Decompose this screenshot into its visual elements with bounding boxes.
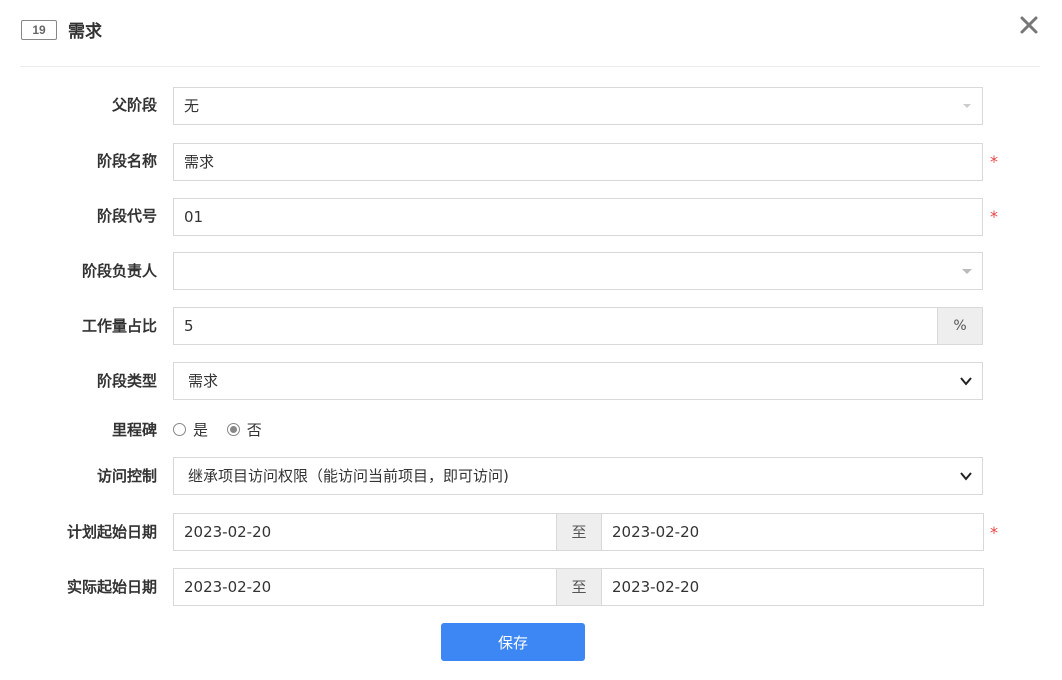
access-control-value: 继承项目访问权限（能访问当前项目，即可访问) (188, 467, 509, 485)
stage-name-field[interactable] (173, 143, 983, 181)
dialog-header: 19 需求 (0, 0, 1062, 66)
required-marker: * (990, 523, 998, 542)
milestone-yes-radio[interactable] (173, 423, 186, 436)
id-badge: 19 (21, 20, 57, 40)
stage-owner-label: 阶段负责人 (81, 262, 157, 280)
required-marker: * (990, 207, 998, 226)
stage-name-label: 阶段名称 (96, 152, 157, 170)
milestone-label: 里程碑 (111, 421, 157, 439)
chevron-down-icon (960, 377, 972, 386)
workload-label: 工作量占比 (81, 317, 157, 335)
planned-end-date-input[interactable]: 2023-02-20 (601, 513, 984, 551)
planned-dates-label: 计划起始日期 (66, 523, 157, 541)
parent-stage-select[interactable]: 无 (173, 87, 983, 125)
header-divider (20, 66, 1040, 67)
dropdown-caret-icon (962, 269, 972, 274)
stage-type-value: 需求 (188, 372, 219, 390)
parent-stage-value: 无 (184, 97, 200, 115)
milestone-no-label: 否 (246, 421, 262, 439)
percent-addon: % (937, 308, 982, 344)
close-icon[interactable] (1016, 12, 1042, 38)
required-marker: * (990, 152, 998, 171)
stage-type-label: 阶段类型 (96, 372, 157, 390)
stage-code-label: 阶段代号 (96, 207, 157, 225)
date-range-separator: 至 (556, 568, 602, 606)
chevron-down-icon (960, 472, 972, 481)
milestone-radio-group: 是 否 (173, 419, 276, 440)
access-control-select[interactable]: 继承项目访问权限（能访问当前项目，即可访问) (173, 457, 983, 495)
actual-start-date-input[interactable]: 2023-02-20 (173, 568, 557, 606)
stage-type-select[interactable]: 需求 (173, 362, 983, 400)
stage-owner-select[interactable] (173, 252, 983, 290)
stage-code-input[interactable] (184, 208, 903, 226)
workload-input[interactable] (184, 317, 823, 335)
stage-code-field[interactable] (173, 198, 983, 236)
milestone-no-radio[interactable] (226, 423, 240, 436)
stage-name-input[interactable] (184, 152, 903, 171)
workload-field[interactable]: % (173, 307, 983, 345)
milestone-yes-label: 是 (193, 421, 209, 439)
access-control-label: 访问控制 (96, 467, 157, 485)
actual-end-date-input[interactable]: 2023-02-20 (601, 568, 984, 606)
dropdown-caret-icon (963, 104, 971, 108)
parent-stage-label: 父阶段 (111, 96, 157, 114)
save-button[interactable]: 保存 (441, 623, 585, 661)
date-range-separator: 至 (556, 513, 602, 551)
actual-dates-label: 实际起始日期 (66, 578, 157, 596)
planned-start-date-input[interactable]: 2023-02-20 (173, 513, 557, 551)
dialog-title: 需求 (68, 22, 102, 42)
